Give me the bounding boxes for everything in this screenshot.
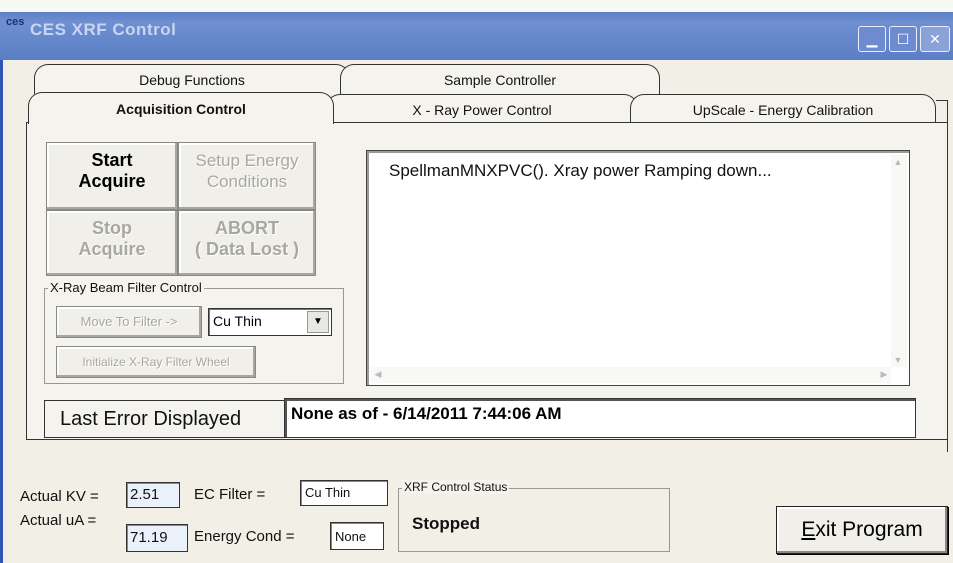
energy-cond-value: None	[330, 522, 384, 550]
minimize-button[interactable]: ▁	[858, 26, 886, 52]
energy-cond-label: Energy Cond =	[194, 528, 295, 545]
log-horizontal-scrollbar[interactable]: ◀ ▶	[371, 367, 891, 383]
actual-kv-label: Actual KV =	[20, 488, 99, 505]
app-icon: ces	[6, 16, 25, 28]
abort-button[interactable]: ABORT ( Data Lost )	[178, 210, 316, 276]
filter-select-value: Cu Thin	[213, 313, 262, 329]
last-error-label: Last Error Displayed	[60, 408, 242, 430]
scroll-up-icon[interactable]: ▲	[891, 155, 905, 169]
exit-program-button[interactable]: Exit Program	[776, 506, 948, 554]
xrf-status-legend: XRF Control Status	[402, 480, 510, 494]
window-title: CES XRF Control	[30, 20, 177, 39]
tab-sample-controller[interactable]: Sample Controller	[340, 64, 660, 94]
scroll-down-icon[interactable]: ▼	[891, 353, 905, 367]
tab-xray-power-control[interactable]: X - Ray Power Control	[326, 94, 638, 124]
chevron-down-icon[interactable]: ▼	[307, 311, 329, 333]
close-icon: ✕	[929, 31, 941, 47]
maximize-icon: ☐	[896, 31, 910, 47]
actual-ua-value: 71.19	[126, 524, 188, 552]
tab-debug-functions[interactable]: Debug Functions	[34, 64, 350, 94]
actual-kv-value: 2.51	[126, 482, 180, 508]
xrf-status-value: Stopped	[412, 514, 480, 533]
filter-select[interactable]: Cu Thin ▼	[208, 308, 332, 336]
setup-energy-conditions-button[interactable]: Setup Energy Conditions	[178, 142, 316, 210]
log-message: SpellmanMNXPVC(). Xray power Ramping dow…	[389, 161, 772, 180]
tab-acquisition-control[interactable]: Acquisition Control	[28, 92, 334, 124]
move-to-filter-button[interactable]: Move To Filter ->	[56, 306, 202, 338]
initialize-filter-wheel-button[interactable]: Initialize X-Ray Filter Wheel	[56, 346, 256, 378]
ec-filter-value: Cu Thin	[300, 480, 388, 506]
stop-acquire-button[interactable]: Stop Acquire	[46, 210, 178, 276]
maximize-button[interactable]: ☐	[889, 26, 917, 52]
actual-ua-label: Actual uA =	[20, 512, 97, 529]
last-error-value: None as of - 6/14/2011 7:44:06 AM	[284, 398, 916, 438]
ec-filter-label: EC Filter =	[194, 486, 266, 503]
close-button[interactable]: ✕	[920, 26, 950, 52]
scroll-right-icon[interactable]: ▶	[877, 367, 891, 381]
minimize-icon: ▁	[866, 31, 878, 47]
log-vertical-scrollbar[interactable]: ▲ ▼	[891, 155, 907, 367]
panel-edge	[936, 100, 948, 452]
tab-upscale-energy-calibration[interactable]: UpScale - Energy Calibration	[630, 94, 936, 124]
filter-control-legend: X-Ray Beam Filter Control	[48, 280, 204, 295]
start-acquire-button[interactable]: Start Acquire	[46, 142, 178, 210]
scroll-left-icon[interactable]: ◀	[371, 367, 385, 381]
log-textarea[interactable]: SpellmanMNXPVC(). Xray power Ramping dow…	[366, 150, 910, 386]
title-bar: ces CES XRF Control ▁ ☐ ✕	[0, 0, 953, 60]
